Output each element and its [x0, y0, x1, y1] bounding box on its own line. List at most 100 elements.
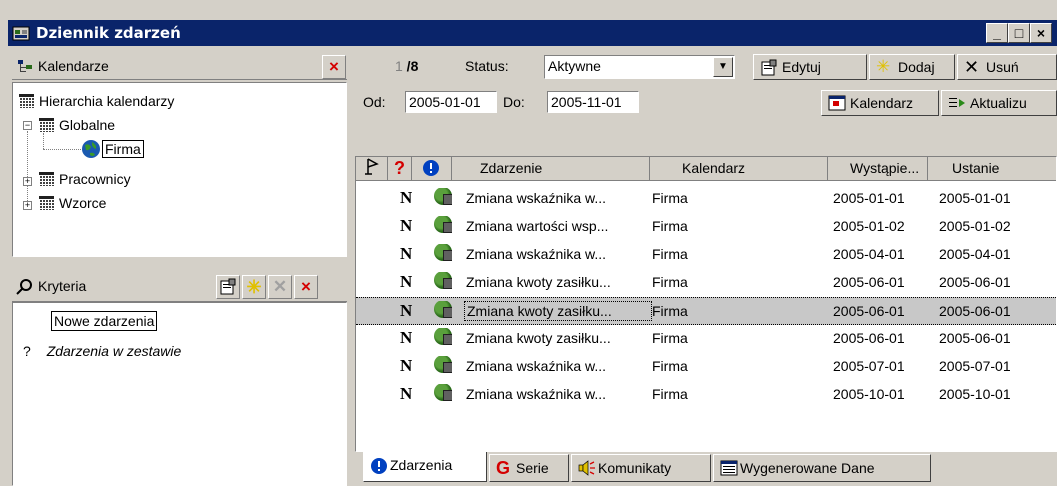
- event-end: 2005-10-01: [939, 386, 1011, 402]
- column-flag[interactable]: [356, 157, 388, 181]
- event-end: 2005-06-01: [939, 303, 1011, 319]
- tree-item-label: Firma: [102, 140, 144, 158]
- criteria-properties-button[interactable]: [216, 275, 240, 299]
- properties-icon: [760, 59, 778, 81]
- table-row[interactable]: N Zmiana wskaźnika w... Firma 2005-07-01…: [356, 353, 1056, 381]
- event-calendar: Firma: [652, 386, 688, 402]
- table-row[interactable]: N Zmiana kwoty zasiłku... Firma 2005-06-…: [356, 269, 1056, 297]
- delete-button[interactable]: ✕ Usuń: [957, 54, 1057, 80]
- tree-icon: [18, 60, 32, 72]
- event-icon: [434, 328, 452, 349]
- criteria-remove-button[interactable]: ✕: [268, 275, 292, 299]
- magnifier-icon: [16, 279, 32, 295]
- globe-icon: [82, 140, 100, 158]
- event-start: 2005-06-01: [833, 274, 905, 290]
- tree-item-label: Wzorce: [59, 195, 107, 211]
- tree-line: [43, 133, 44, 149]
- table-row[interactable]: N Zmiana wartości wsp... Firma 2005-01-0…: [356, 213, 1056, 241]
- delete-label: Usuń: [986, 59, 1019, 75]
- toolbar-row-1: 1 /8 Status: Aktywne ▼ Edytuj ✳ Dodaj ✕ …: [355, 52, 1057, 82]
- event-icon: [434, 188, 452, 209]
- event-name: Zmiana wskaźnika w...: [466, 358, 607, 374]
- collapse-toggle-globalne[interactable]: −: [23, 121, 32, 130]
- new-mark: N: [400, 216, 413, 235]
- tab-serie[interactable]: G Serie: [489, 454, 569, 482]
- to-date-value: 2005-11-01: [551, 94, 622, 110]
- tab-wygenerowane-dane[interactable]: Wygenerowane Dane: [713, 454, 931, 482]
- tab-komunikaty[interactable]: Komunikaty: [571, 454, 711, 482]
- new-mark: N: [400, 356, 413, 375]
- to-label: Do:: [503, 94, 525, 110]
- column-priority[interactable]: [412, 157, 452, 181]
- criteria-item-new-events[interactable]: Nowe zdarzenia: [51, 311, 158, 331]
- close-criteria-panel-button[interactable]: ×: [294, 275, 318, 299]
- column-question[interactable]: ?: [388, 157, 412, 181]
- column-end[interactable]: Ustanie: [928, 157, 1056, 181]
- add-button[interactable]: ✳ Dodaj: [869, 54, 955, 80]
- tree-item-globalne[interactable]: Globalne: [39, 117, 115, 133]
- from-label: Od:: [363, 94, 386, 110]
- calendar-icon: [19, 94, 34, 108]
- maximize-button[interactable]: □: [1008, 23, 1030, 43]
- tab-label: Zdarzenia: [390, 457, 453, 473]
- tab-zdarzenia[interactable]: Zdarzenia: [363, 452, 487, 482]
- close-calendars-panel-button[interactable]: ×: [322, 55, 346, 79]
- event-end: 2005-04-01: [939, 246, 1011, 262]
- event-end: 2005-01-02: [939, 218, 1011, 234]
- criteria-list[interactable]: Nowe zdarzenia ? Zdarzenia w zestawie: [12, 302, 347, 486]
- event-log-window: Dziennik zdarzeń _ □ × Kalendarze × Hier…: [0, 0, 1057, 486]
- minimize-button[interactable]: _: [986, 23, 1008, 43]
- title-bar[interactable]: Dziennik zdarzeń _ □ ×: [8, 20, 1057, 46]
- properties-icon: [220, 278, 236, 295]
- table-row-selected[interactable]: N Zmiana kwoty zasiłku... Firma 2005-06-…: [356, 297, 1056, 325]
- new-mark: N: [400, 272, 413, 291]
- event-icon: [434, 301, 452, 322]
- event-calendar: Firma: [652, 358, 688, 374]
- edit-button[interactable]: Edytuj: [753, 54, 867, 80]
- tree-item-wzorce[interactable]: Wzorce: [39, 195, 106, 211]
- table-row[interactable]: N Zmiana wskaźnika w... Firma 2005-10-01…: [356, 381, 1056, 409]
- new-mark: N: [400, 328, 413, 347]
- event-icon: [434, 384, 452, 405]
- column-calendar[interactable]: Kalendarz: [650, 157, 828, 181]
- column-start[interactable]: Wystąpie...: [828, 157, 928, 181]
- calendar-tree[interactable]: Hierarchia kalendarzy − Globalne Firma +…: [12, 82, 347, 257]
- data-icon: [720, 460, 738, 480]
- tree-line: [43, 149, 81, 150]
- column-event[interactable]: Zdarzenie: [452, 157, 650, 181]
- app-icon: [12, 26, 30, 41]
- event-end: 2005-06-01: [939, 274, 1011, 290]
- criteria-add-button[interactable]: ✳: [242, 275, 266, 299]
- criteria-item-label: Zdarzenia w zestawie: [46, 343, 182, 359]
- expand-toggle-pracownicy[interactable]: +: [23, 177, 32, 186]
- event-calendar: Firma: [652, 330, 688, 346]
- chevron-down-icon[interactable]: ▼: [713, 57, 733, 77]
- from-date-field[interactable]: 2005-01-01: [405, 91, 497, 113]
- close-window-button[interactable]: ×: [1030, 23, 1052, 43]
- event-name: Zmiana wskaźnika w...: [466, 246, 607, 262]
- tab-label: Wygenerowane Dane: [740, 460, 875, 476]
- new-mark: N: [400, 384, 413, 403]
- refresh-button[interactable]: Aktualizu: [941, 90, 1057, 116]
- tree-root[interactable]: Hierarchia kalendarzy: [19, 93, 174, 109]
- calendar-button[interactable]: Kalendarz: [821, 90, 939, 116]
- to-date-field[interactable]: 2005-11-01: [547, 91, 639, 113]
- table-row[interactable]: N Zmiana wskaźnika w... Firma 2005-01-01…: [356, 185, 1056, 213]
- table-row[interactable]: N Zmiana wskaźnika w... Firma 2005-04-01…: [356, 241, 1056, 269]
- record-counter: 1 /8: [395, 58, 419, 74]
- status-value: Aktywne: [548, 58, 601, 74]
- criteria-item-in-set[interactable]: ? Zdarzenia w zestawie: [23, 343, 181, 359]
- event-end: 2005-07-01: [939, 358, 1011, 374]
- events-grid[interactable]: ? Zdarzenie Kalendarz Wystąpie... Ustani…: [355, 156, 1057, 452]
- calendar-icon: [39, 118, 54, 132]
- counter-total: 8: [410, 58, 419, 74]
- tree-item-firma[interactable]: Firma: [81, 139, 144, 159]
- status-select[interactable]: Aktywne ▼: [544, 55, 735, 79]
- calendar-label: Kalendarz: [850, 95, 914, 111]
- event-icon: [434, 244, 452, 265]
- table-row[interactable]: N Zmiana kwoty zasiłku... Firma 2005-06-…: [356, 325, 1056, 353]
- status-label: Status:: [465, 58, 509, 74]
- tree-item-pracownicy[interactable]: Pracownicy: [39, 171, 131, 187]
- calendar-view-icon: [828, 95, 846, 115]
- expand-toggle-wzorce[interactable]: +: [23, 201, 32, 210]
